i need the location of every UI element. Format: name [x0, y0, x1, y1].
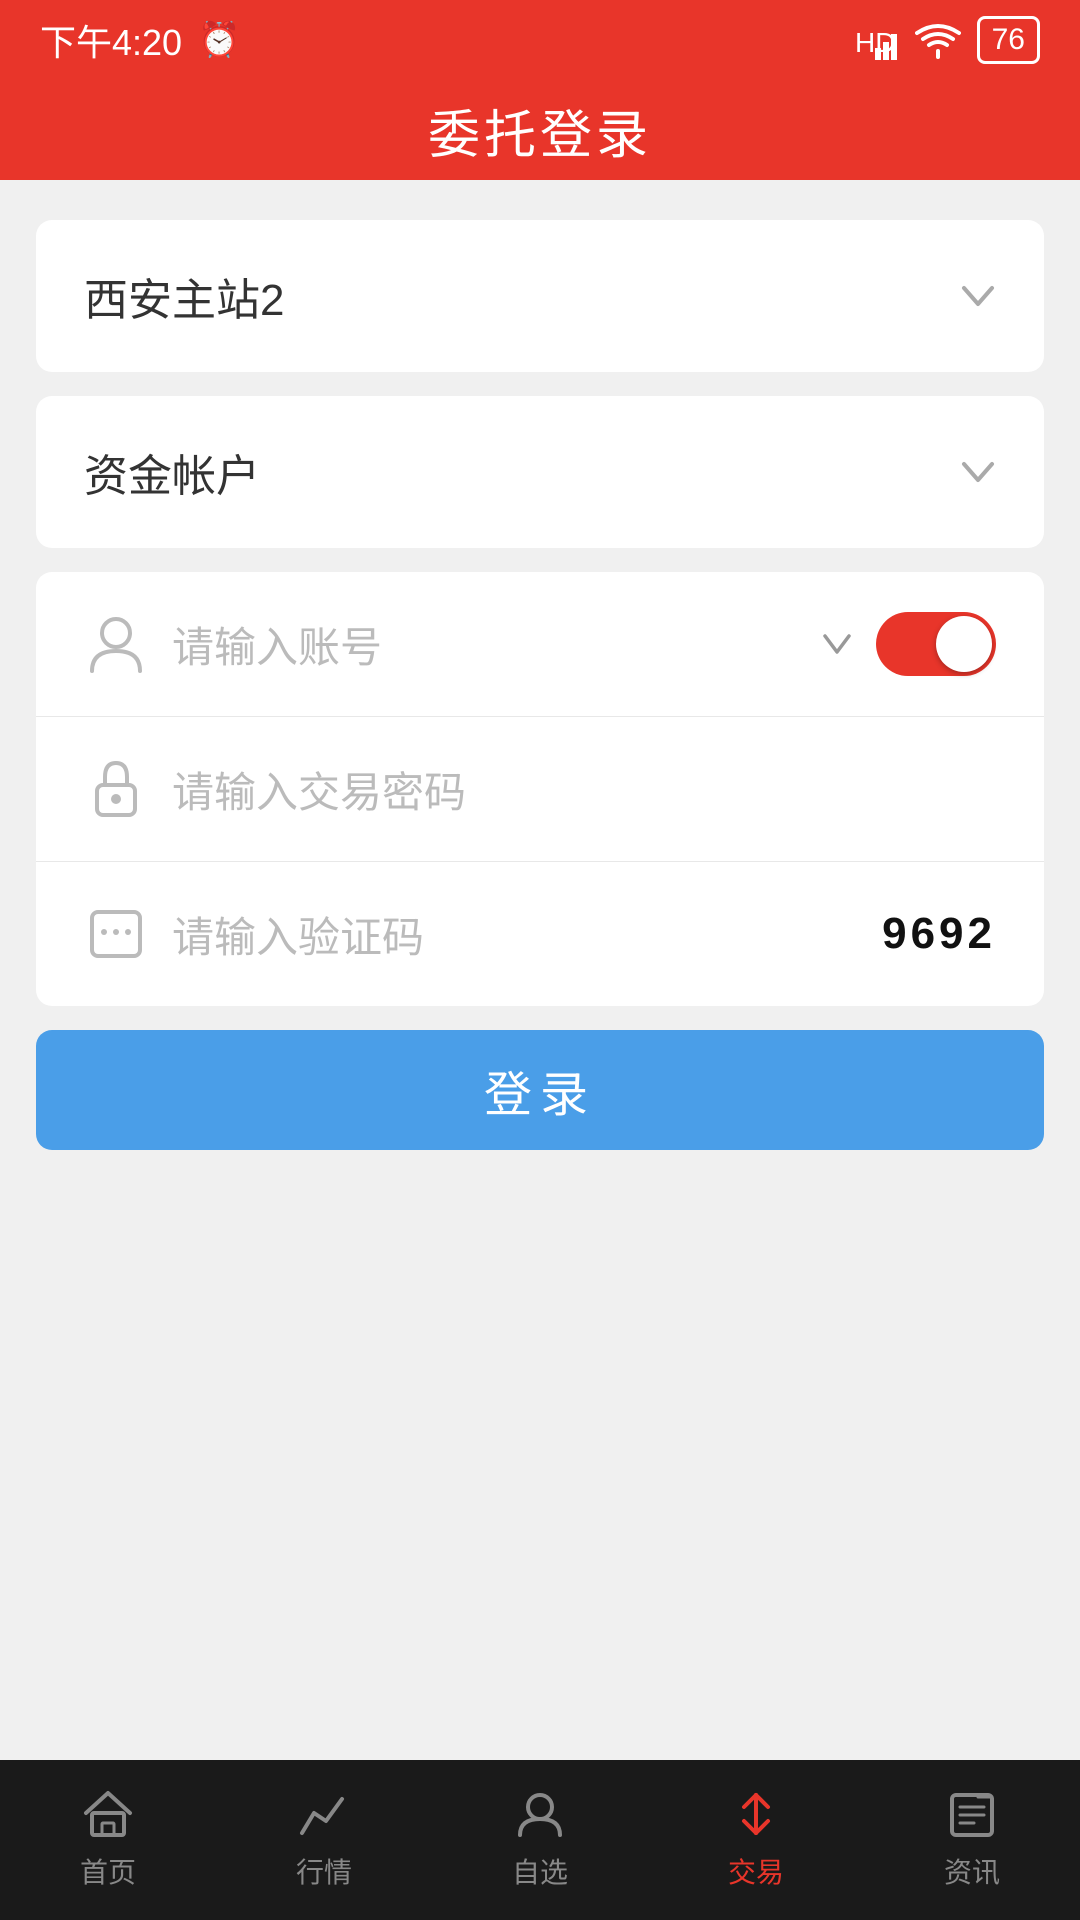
chevron-down-icon [960, 284, 996, 308]
tab-bar: 首页 行情 自选 交易 [0, 1760, 1080, 1920]
captcha-placeholder: 请输入验证码 [172, 904, 882, 965]
tab-label-watchlist: 自选 [512, 1851, 568, 1891]
tab-label-home: 首页 [80, 1851, 136, 1891]
market-icon [298, 1789, 350, 1839]
account-row[interactable]: 请输入账号 [36, 572, 1044, 717]
main-content: 西安主站2 资金帐户 [0, 180, 1080, 1214]
account-placeholder: 请输入账号 [172, 614, 822, 675]
server-dropdown-row[interactable]: 西安主站2 [36, 220, 1044, 372]
captcha-input-area[interactable]: 请输入验证码 [172, 904, 882, 965]
account-type-dropdown-row[interactable]: 资金帐户 [36, 396, 1044, 548]
server-dropdown-label: 西安主站2 [84, 264, 284, 328]
password-row[interactable]: 请输入交易密码 [36, 717, 1044, 862]
tab-item-news[interactable]: 资讯 [864, 1789, 1080, 1891]
login-form-card: 请输入账号 [36, 572, 1044, 1006]
status-time: 下午4:20 [40, 14, 182, 66]
chevron-down-icon-2 [960, 460, 996, 484]
watchlist-icon [514, 1789, 566, 1839]
news-icon [946, 1789, 998, 1839]
login-button[interactable]: 登录 [36, 1030, 1044, 1150]
battery-level: 76 [992, 23, 1025, 57]
page-title: 委托登录 [428, 93, 652, 168]
account-type-label: 资金帐户 [84, 440, 260, 504]
account-input-area[interactable]: 请输入账号 [172, 614, 822, 675]
page-header: 委托登录 [0, 80, 1080, 180]
password-placeholder: 请输入交易密码 [172, 759, 996, 820]
toggle-knob [936, 616, 992, 672]
home-icon [82, 1789, 134, 1839]
tab-label-news: 资讯 [944, 1851, 1000, 1891]
tab-item-market[interactable]: 行情 [216, 1789, 432, 1891]
tab-item-home[interactable]: 首页 [0, 1789, 216, 1891]
server-dropdown-card[interactable]: 西安主站2 [36, 220, 1044, 372]
lock-icon [84, 757, 148, 821]
wifi-icon [915, 21, 961, 59]
status-bar: 下午4:20 ⏰ HD 76 [0, 0, 1080, 80]
user-icon [84, 612, 148, 676]
status-icons: HD 76 [855, 16, 1040, 64]
tab-item-watchlist[interactable]: 自选 [432, 1789, 648, 1891]
account-row-actions [822, 612, 996, 676]
trade-icon [730, 1789, 782, 1839]
tab-item-trade[interactable]: 交易 [648, 1789, 864, 1891]
password-input-area[interactable]: 请输入交易密码 [172, 759, 996, 820]
account-type-dropdown-card[interactable]: 资金帐户 [36, 396, 1044, 548]
tab-label-trade: 交易 [728, 1851, 784, 1891]
status-time-area: 下午4:20 ⏰ [40, 14, 240, 66]
remember-toggle[interactable] [876, 612, 996, 676]
captcha-row[interactable]: 请输入验证码 9692 [36, 862, 1044, 1006]
tab-label-market: 行情 [296, 1851, 352, 1891]
account-chevron-icon[interactable] [822, 633, 852, 655]
captcha-code[interactable]: 9692 [882, 909, 996, 959]
alarm-icon: ⏰ [198, 20, 240, 60]
battery-icon: 76 [977, 16, 1040, 64]
captcha-icon [84, 902, 148, 966]
signal-icon: HD [855, 20, 899, 60]
